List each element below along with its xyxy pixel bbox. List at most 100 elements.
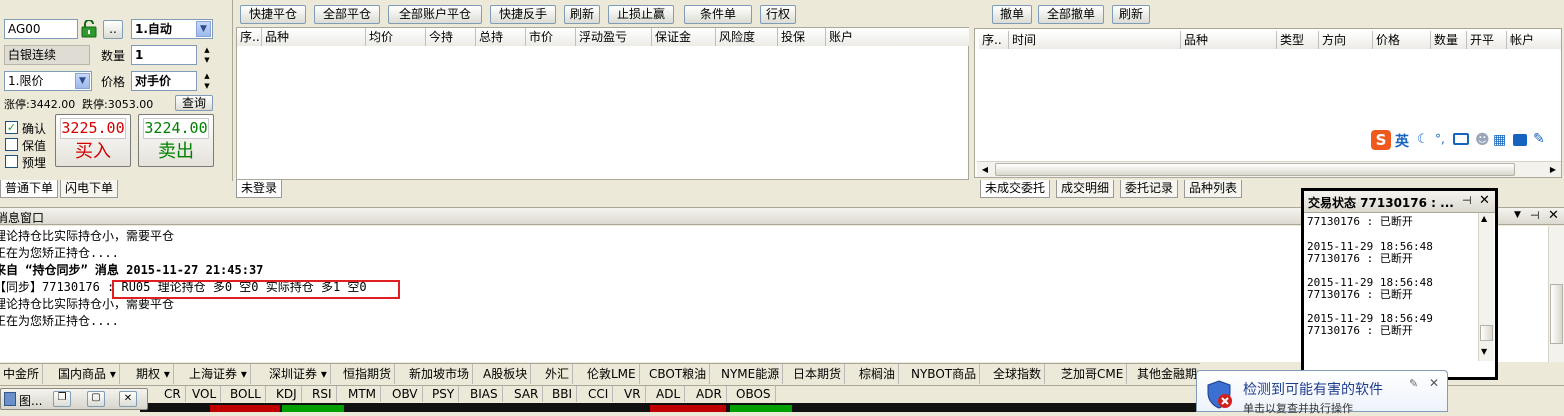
keyboard-icon[interactable] [1453, 133, 1469, 145]
col-type[interactable]: 类型 [1277, 31, 1319, 49]
preorder-checkbox[interactable] [5, 155, 18, 168]
close-all-accounts-button[interactable]: 全部账户平仓 [388, 5, 482, 24]
col-direction[interactable]: 方向 [1319, 31, 1373, 49]
market-tab[interactable]: 期权 ▾ [133, 364, 174, 384]
symbol-picker-button[interactable]: .. [103, 20, 123, 39]
col-account[interactable]: 账户 [826, 28, 969, 46]
cancel-order-button[interactable]: 撤单 [992, 5, 1032, 24]
exercise-button[interactable]: 行权 [760, 5, 796, 24]
scroll-up-arrow[interactable]: ▲ [1481, 214, 1487, 223]
price-spinner[interactable]: ▲ ▼ [200, 71, 214, 91]
tab-pending-orders[interactable]: 未成交委托 [980, 180, 1051, 198]
indicator-tab[interactable]: VR [620, 386, 646, 402]
quick-close-button[interactable]: 快捷平仓 [240, 5, 306, 24]
market-tab[interactable]: A股板块 [480, 364, 532, 384]
col-seq[interactable]: 序.. [237, 28, 262, 46]
scroll-right-arrow[interactable]: ▶ [1545, 162, 1561, 177]
col-market-price[interactable]: 市价 [526, 28, 576, 46]
shirt-icon[interactable] [1513, 134, 1527, 146]
restore-icon[interactable]: ❐ [53, 391, 71, 407]
dropdown-icon[interactable]: ▼ [1514, 210, 1521, 220]
col-hedge[interactable]: 投保 [778, 28, 826, 46]
col-symbol[interactable]: 品种 [262, 28, 366, 46]
tab-flash-order[interactable]: 闪电下单 [60, 180, 119, 198]
tab-not-logged-in[interactable]: 未登录 [236, 180, 283, 198]
buy-button[interactable]: 3225.00 买入 [55, 114, 131, 167]
scroll-thumb[interactable] [995, 163, 1515, 176]
tab-fill-details[interactable]: 成交明细 [1056, 180, 1115, 198]
col-float-pnl[interactable]: 浮动盈亏 [576, 28, 652, 46]
indicator-tab[interactable]: CCI [584, 386, 614, 402]
cancel-all-button[interactable]: 全部撤单 [1038, 5, 1104, 24]
indicator-tab[interactable]: SAR [510, 386, 544, 402]
hedge-checkbox[interactable] [5, 138, 18, 151]
close-icon[interactable]: ✕ [119, 391, 137, 407]
pin-icon[interactable]: ⊣ [1462, 194, 1472, 207]
col-open-close[interactable]: 开平 [1467, 31, 1507, 49]
indicator-tab[interactable]: ADR [692, 386, 727, 402]
confirm-checkbox[interactable]: ✓ [5, 121, 18, 134]
maximize-icon[interactable]: ▢ [87, 391, 105, 407]
price-input[interactable]: 对手价 [131, 71, 197, 91]
col-account[interactable]: 帐户 [1507, 31, 1561, 49]
qty-spinner[interactable]: ▲ ▼ [200, 45, 214, 65]
mini-window[interactable]: 图... ❐ ▢ ✕ [0, 388, 148, 410]
ime-lang-toggle[interactable]: 英 [1395, 131, 1409, 151]
close-all-button[interactable]: 全部平仓 [314, 5, 380, 24]
stop-loss-button[interactable]: 止损止赢 [608, 5, 674, 24]
market-tab[interactable]: 中金所 [0, 364, 44, 384]
indicator-tab[interactable]: KDJ [272, 386, 302, 402]
col-symbol[interactable]: 品种 [1181, 31, 1277, 49]
col-today-hold[interactable]: 今持 [426, 28, 476, 46]
mode-select[interactable]: 1.自动 ▼ [131, 19, 213, 39]
options-icon[interactable]: ✎ [1409, 377, 1418, 390]
grid-icon[interactable]: ▦ [1493, 132, 1506, 148]
scroll-thumb[interactable] [1550, 284, 1563, 344]
indicator-tab[interactable]: VOL [188, 386, 222, 402]
market-tab[interactable]: 外汇 [542, 364, 574, 384]
market-tab[interactable]: NYBOT商品 [908, 364, 981, 384]
col-margin[interactable]: 保证金 [652, 28, 716, 46]
indicator-tab[interactable]: ADL [652, 386, 686, 402]
market-tab[interactable]: 新加坡市场 [406, 364, 474, 384]
scroll-down-arrow[interactable]: ▼ [1481, 347, 1487, 356]
wrench-icon[interactable]: ✎ [1533, 131, 1545, 147]
indicator-tab[interactable]: RSI [308, 386, 337, 402]
indicator-tab[interactable]: BOLL [226, 386, 266, 402]
price-type-select[interactable]: 1.限价 ▼ [4, 71, 92, 91]
indicator-tab[interactable]: BBI [548, 386, 578, 402]
qty-input[interactable]: 1 [131, 45, 197, 65]
moon-icon[interactable]: ☾ [1417, 132, 1429, 147]
conditional-order-button[interactable]: 条件单 [684, 5, 752, 24]
col-avg-price[interactable]: 均价 [366, 28, 426, 46]
close-icon[interactable]: ✕ [1429, 376, 1439, 390]
indicator-tab[interactable]: CR [160, 386, 186, 402]
trade-status-scrollbar[interactable]: ▲ ▼ [1478, 213, 1494, 361]
sell-button[interactable]: 3224.00 卖出 [138, 114, 214, 167]
pin-icon[interactable]: ⊣ [1530, 209, 1540, 222]
market-tab[interactable]: 伦敦LME [584, 364, 640, 384]
indicator-tab[interactable]: MTM [344, 386, 382, 402]
col-seq[interactable]: 序.. [979, 31, 1009, 49]
col-time[interactable]: 时间 [1009, 31, 1181, 49]
orders-h-scrollbar[interactable]: ◀ ▶ [977, 161, 1561, 177]
indicator-tab[interactable]: PSY [428, 386, 460, 402]
orders-refresh-button[interactable]: 刷新 [1112, 5, 1150, 24]
close-icon[interactable]: ✕ [1479, 193, 1490, 208]
col-price[interactable]: 价格 [1373, 31, 1431, 49]
tab-normal-order[interactable]: 普通下单 [0, 180, 59, 198]
market-tab[interactable]: 芝加哥CME [1058, 364, 1128, 384]
indicator-tab[interactable]: OBV [388, 386, 423, 402]
user-icon[interactable]: ☻ [1475, 132, 1490, 148]
col-total-hold[interactable]: 总持 [476, 28, 526, 46]
refresh-button[interactable]: 刷新 [564, 5, 600, 24]
quick-reverse-button[interactable]: 快捷反手 [490, 5, 556, 24]
market-tab[interactable]: 国内商品 ▾ [55, 364, 120, 384]
security-alert-popup[interactable]: 检测到可能有害的软件 单击以复查并执行操作 ✎ ✕ [1196, 370, 1448, 415]
market-tab[interactable]: 全球指数 [990, 364, 1046, 384]
market-tab[interactable]: 其他金融期 [1134, 364, 1200, 384]
tab-symbol-list[interactable]: 品种列表 [1184, 180, 1243, 198]
col-risk[interactable]: 风险度 [716, 28, 778, 46]
indicator-tab[interactable]: BIAS [466, 386, 503, 402]
market-tab[interactable]: 深圳证券 ▾ [266, 364, 331, 384]
